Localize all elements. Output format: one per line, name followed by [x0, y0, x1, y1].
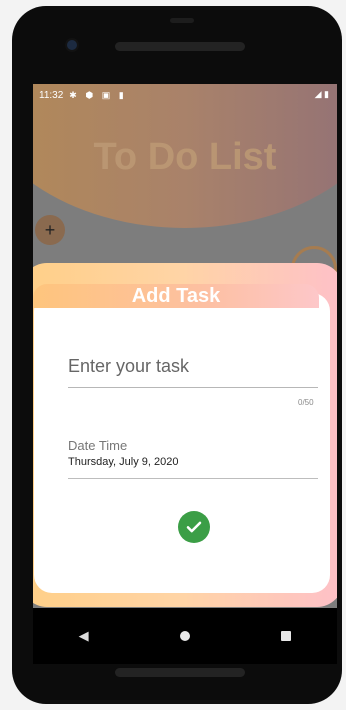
back-icon[interactable]: ◀	[79, 628, 89, 644]
date-underline	[68, 478, 318, 479]
status-bar: 11:32 ✱ ⬢ ▣ ▮ ◢ ▮	[33, 84, 337, 106]
check-icon	[186, 521, 202, 533]
notch	[170, 18, 194, 23]
plus-icon: +	[44, 219, 56, 240]
earpiece-speaker	[115, 42, 245, 51]
bottom-speaker	[115, 668, 245, 677]
gear-icon: ✱	[69, 89, 80, 100]
phone-frame: 11:32 ✱ ⬢ ▣ ▮ ◢ ▮ To Do List + Add Task …	[12, 6, 342, 704]
screen: 11:32 ✱ ⬢ ▣ ▮ ◢ ▮ To Do List + Add Task …	[33, 84, 337, 664]
task-input[interactable]	[68, 352, 318, 388]
confirm-button[interactable]	[178, 511, 210, 543]
date-time-label: Date Time	[68, 438, 128, 453]
front-camera	[65, 38, 79, 52]
status-right-icons: ◢ ▮	[315, 89, 329, 100]
app-title: To Do List	[93, 136, 277, 178]
character-counter: 0/50	[298, 398, 314, 407]
shield-icon: ⬢	[85, 89, 97, 100]
signal-icon: ◢	[314, 89, 322, 99]
sd-card-icon: ▮	[118, 89, 127, 100]
battery-icon: ▮	[324, 89, 329, 99]
date-time-value[interactable]: Thursday, July 9, 2020	[68, 456, 178, 468]
recents-icon[interactable]	[281, 631, 292, 641]
status-time: 11:32	[39, 89, 64, 101]
status-icons: ✱ ⬢ ▣ ▮	[69, 90, 126, 101]
box-icon: ▣	[101, 89, 114, 100]
navigation-bar: ◀	[33, 608, 337, 664]
add-task-sheet: Add Task	[33, 263, 337, 607]
sheet-title: Add Task	[33, 284, 319, 308]
home-icon[interactable]	[179, 631, 190, 641]
add-task-button[interactable]: +	[35, 215, 65, 245]
